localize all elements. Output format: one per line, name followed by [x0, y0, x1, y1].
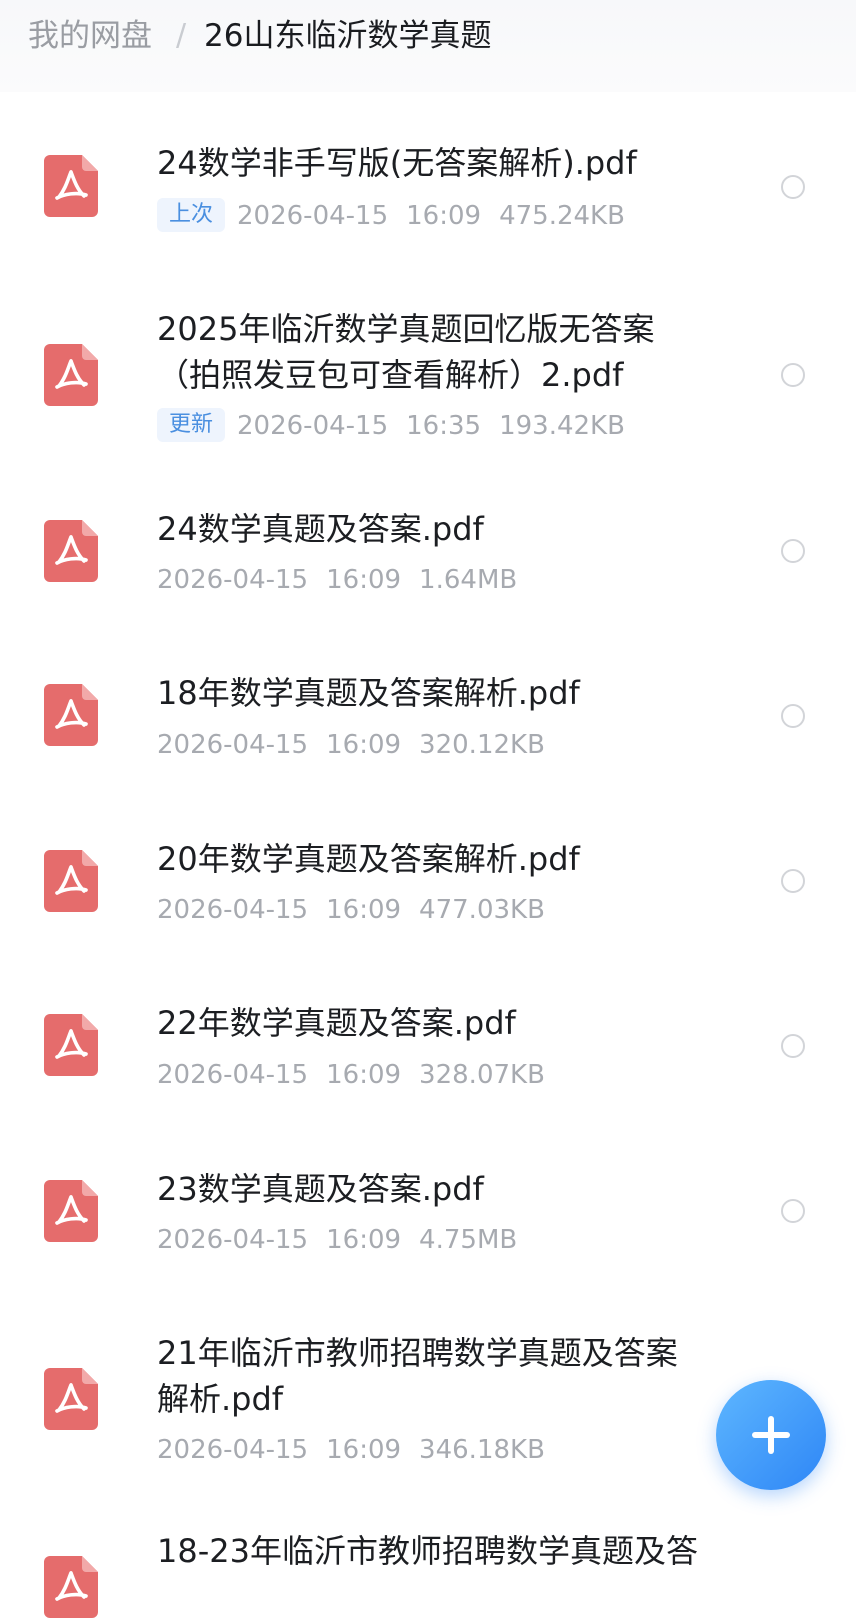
file-name: 20年数学真题及答案解析.pdf [157, 836, 737, 882]
file-time: 16:09 [326, 1435, 402, 1465]
select-checkbox[interactable] [781, 1034, 805, 1058]
file-meta: 2026-04-15 16:09 4.75MB [157, 1222, 535, 1258]
file-name: 22年数学真题及答案.pdf [157, 1000, 737, 1046]
file-time: 16:09 [326, 1225, 402, 1255]
pdf-icon [44, 1014, 98, 1076]
file-name: 2025年临沂数学真题回忆版无答案 （拍照发豆包可查看解析）2.pdf [157, 306, 737, 398]
file-name-line: 23数学真题及答案.pdf [157, 1170, 484, 1208]
file-date: 2026-04-15 [157, 730, 309, 760]
pdf-icon [44, 344, 98, 406]
file-name: 24数学非手写版(无答案解析).pdf [157, 140, 737, 186]
pdf-icon [44, 850, 98, 912]
file-time: 16:09 [326, 730, 402, 760]
status-badge: 上次 [157, 198, 226, 232]
file-name-line: 18-23年临沂市教师招聘数学真题及答 [157, 1532, 698, 1570]
select-checkbox[interactable] [781, 704, 805, 728]
pdf-icon [44, 684, 98, 746]
file-name: 18年数学真题及答案解析.pdf [157, 670, 737, 716]
file-name: 21年临沂市教师招聘数学真题及答案 解析.pdf [157, 1330, 737, 1422]
file-name-line: 24数学非手写版(无答案解析).pdf [157, 144, 637, 182]
file-name-line: 18年数学真题及答案解析.pdf [157, 674, 580, 712]
select-checkbox[interactable] [781, 363, 805, 387]
file-date: 2026-04-15 [157, 1060, 309, 1090]
select-checkbox[interactable] [781, 1199, 805, 1223]
file-meta: 更新 2026-04-15 16:35 193.42KB [157, 408, 643, 444]
file-size: 1.64MB [419, 565, 518, 595]
file-size: 320.12KB [419, 730, 545, 760]
pdf-icon [44, 1368, 98, 1430]
file-size: 477.03KB [419, 895, 545, 925]
file-name: 23数学真题及答案.pdf [157, 1166, 737, 1212]
pdf-icon [44, 520, 98, 582]
file-size: 346.18KB [419, 1435, 545, 1465]
file-time: 16:35 [406, 411, 482, 441]
pdf-icon [44, 1556, 98, 1618]
breadcrumb-current: 26山东临沂数学真题 [204, 18, 492, 54]
breadcrumb-separator: / [176, 18, 187, 53]
file-size: 475.24KB [499, 201, 625, 231]
file-size: 4.75MB [419, 1225, 518, 1255]
file-name-line: 2025年临沂数学真题回忆版无答案 [157, 310, 655, 348]
file-name-line: 24数学真题及答案.pdf [157, 510, 484, 548]
file-name-line: 21年临沂市教师招聘数学真题及答案 [157, 1334, 678, 1372]
add-button[interactable] [716, 1380, 826, 1490]
breadcrumb-root[interactable]: 我的网盘 [28, 16, 152, 56]
file-meta: 2026-04-15 16:09 320.12KB [157, 727, 563, 763]
file-name: 24数学真题及答案.pdf [157, 506, 737, 552]
file-name-line: （拍照发豆包可查看解析）2.pdf [157, 356, 624, 394]
select-checkbox[interactable] [781, 175, 805, 199]
file-date: 2026-04-15 [157, 1225, 309, 1255]
file-size: 193.42KB [499, 411, 625, 441]
file-meta: 2026-04-15 16:09 477.03KB [157, 892, 563, 928]
select-checkbox[interactable] [781, 869, 805, 893]
file-date: 2026-04-15 [157, 1435, 309, 1465]
file-date: 2026-04-15 [237, 411, 389, 441]
file-meta: 上次 2026-04-15 16:09 475.24KB [157, 198, 643, 234]
pdf-icon [44, 155, 98, 217]
pdf-icon [44, 1180, 98, 1242]
file-name: 18-23年临沂市教师招聘数学真题及答 [157, 1528, 737, 1574]
status-badge: 更新 [157, 408, 226, 442]
file-meta: 2026-04-15 16:09 1.64MB [157, 562, 535, 598]
file-date: 2026-04-15 [157, 895, 309, 925]
file-time: 16:09 [326, 565, 402, 595]
file-date: 2026-04-15 [157, 565, 309, 595]
file-time: 16:09 [326, 1060, 402, 1090]
file-name-line: 22年数学真题及答案.pdf [157, 1004, 516, 1042]
file-time: 16:09 [406, 201, 482, 231]
file-meta: 2026-04-15 16:09 346.18KB [157, 1432, 563, 1468]
file-meta: 2026-04-15 16:09 328.07KB [157, 1057, 563, 1093]
top-bar: 我的网盘 / 26山东临沂数学真题 [0, 0, 856, 92]
file-date: 2026-04-15 [237, 201, 389, 231]
file-time: 16:09 [326, 895, 402, 925]
file-name-line: 解析.pdf [157, 1380, 284, 1418]
file-size: 328.07KB [419, 1060, 545, 1090]
file-name-line: 20年数学真题及答案解析.pdf [157, 840, 580, 878]
select-checkbox[interactable] [781, 539, 805, 563]
